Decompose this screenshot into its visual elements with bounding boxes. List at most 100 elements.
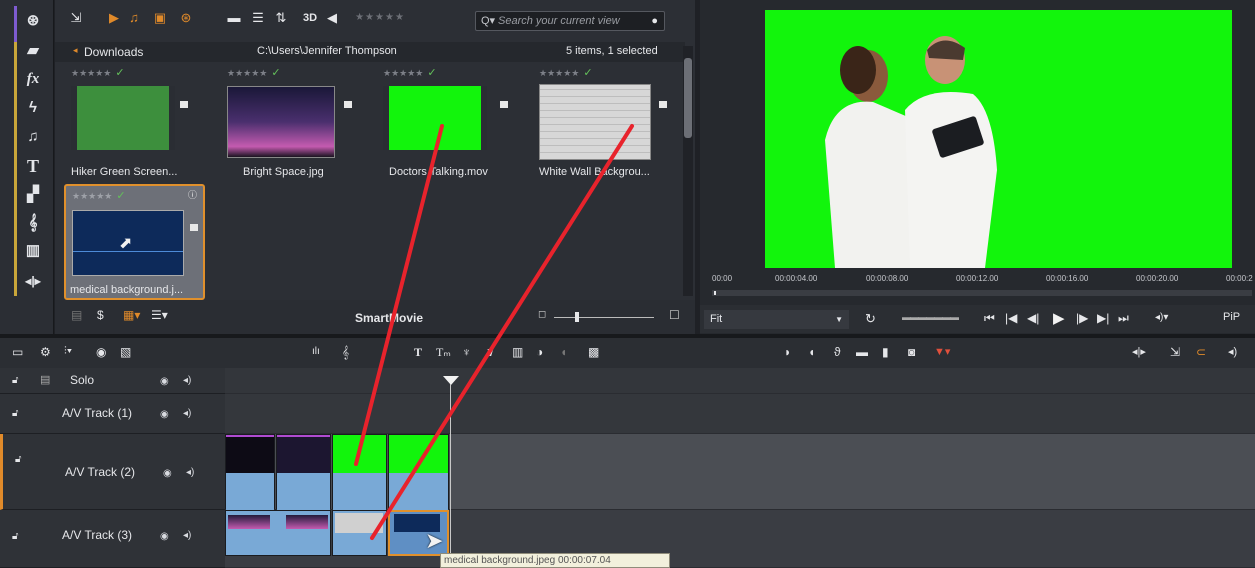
timeline-clip[interactable]: [332, 434, 387, 510]
lane-solo[interactable]: [225, 368, 1255, 394]
export-icon[interactable]: ▬: [856, 345, 868, 359]
loop-icon[interactable]: ↻: [865, 311, 876, 327]
playhead-handle[interactable]: [443, 376, 459, 385]
timeline-clip[interactable]: [276, 434, 331, 510]
sort-icon[interactable]: ⇅: [271, 9, 291, 27]
library-item-white-wall[interactable]: [539, 84, 651, 160]
multicam-icon[interactable]: ▥: [512, 345, 523, 359]
library-item-bright-space[interactable]: [227, 86, 335, 158]
clear-search-icon[interactable]: ●: [651, 12, 658, 30]
shuttle-icon[interactable]: ▬▬▬▬▬▬▬: [902, 312, 959, 322]
go-to-start-icon[interactable]: ⏮: [984, 311, 995, 326]
correction-icon[interactable]: $: [97, 308, 104, 322]
timeline-settings-icon[interactable]: ▭: [12, 345, 23, 359]
rating-filter[interactable]: ★★★★★: [345, 9, 415, 27]
project-filter-icon[interactable]: ⊛: [177, 9, 195, 27]
delete-icon[interactable]: ▮: [882, 345, 889, 359]
thumbnail-size-handle[interactable]: [575, 312, 579, 322]
info-icon[interactable]: ⓘ: [188, 188, 197, 201]
effects-icon[interactable]: fx: [22, 68, 44, 90]
speaker-icon[interactable]: ◂): [183, 375, 191, 386]
speaker-icon[interactable]: ◂): [183, 408, 191, 419]
track-header-solo[interactable]: 🔓︎ ▤ Solo ◉ ◂): [0, 368, 225, 394]
lock-icon[interactable]: 🔓︎: [12, 375, 18, 386]
track-header-3[interactable]: 🔓︎ A/V Track (3) ◉ ◂): [0, 510, 225, 568]
scorefitter-icon[interactable]: 𝄞: [342, 345, 349, 360]
preview-time-ruler[interactable]: 00:00 00:00:04.00 00:00:08.00 00:00:12.0…: [700, 270, 1255, 298]
effects-timeline-icon[interactable]: ϑ: [834, 345, 841, 359]
audio-filter-icon[interactable]: ♫: [125, 9, 143, 27]
go-to-end-icon[interactable]: ⏭: [1118, 311, 1129, 326]
marker-in-icon[interactable]: ◗: [784, 345, 791, 359]
split-icon[interactable]: ◂|▸: [1132, 345, 1146, 358]
lane-track-1[interactable]: [225, 394, 1255, 434]
lock-icon[interactable]: 🔓︎: [15, 454, 21, 465]
camera-icon[interactable]: ◙: [908, 345, 915, 359]
photo-filter-icon[interactable]: ▣: [151, 9, 169, 27]
media-icon[interactable]: ▰: [22, 40, 44, 62]
marker-color-icon[interactable]: ▼▾: [934, 345, 950, 358]
score-icon[interactable]: 𝄞: [22, 212, 44, 234]
music-icon[interactable]: ♫: [22, 126, 44, 148]
title-icon[interactable]: T: [22, 155, 44, 177]
lock-icon[interactable]: 🔓︎: [12, 408, 18, 419]
library-item-hiker-green-screen[interactable]: [71, 86, 175, 150]
item-rating[interactable]: ★★★★★ ✓: [227, 66, 281, 79]
motion-icon[interactable]: ∨: [486, 345, 495, 359]
speaker-icon[interactable]: ◂): [183, 530, 191, 541]
timeline-clip[interactable]: [388, 434, 449, 510]
smart-movie-button[interactable]: SmartMovie: [355, 311, 423, 325]
voiceover-icon[interactable]: ♆: [462, 345, 471, 359]
step-back-icon[interactable]: ◀|: [1027, 311, 1039, 325]
tag-icon[interactable]: ◀: [323, 9, 341, 27]
audio-mixer-icon[interactable]: ılı: [312, 346, 320, 357]
masking-icon[interactable]: ◖: [560, 345, 567, 359]
step-forward-icon[interactable]: |▶: [1076, 311, 1088, 325]
sound-effects-icon[interactable]: ▥: [22, 240, 44, 262]
montage-icon[interactable]: ▞: [22, 184, 44, 206]
library-item-medical-background[interactable]: ★★★★★ ✓ ⓘ ⬈ medical background.j...: [64, 184, 205, 300]
item-rating[interactable]: ★★★★★ ✓: [383, 66, 437, 79]
item-rating[interactable]: ★★★★★ ✓: [72, 189, 126, 202]
library-item-doctors-talking[interactable]: [383, 86, 487, 150]
title-editor-icon[interactable]: T: [414, 345, 422, 360]
track-header-2[interactable]: 🔓︎ A/V Track (2) ◉ ◂): [0, 434, 225, 510]
item-rating[interactable]: ★★★★★ ✓: [539, 66, 593, 79]
3d-filter-button[interactable]: 3D: [299, 9, 321, 27]
volume-icon[interactable]: ◂)▾: [1155, 312, 1168, 323]
large-thumb-icon[interactable]: ☐: [669, 308, 680, 322]
track-header-1[interactable]: 🔓︎ A/V Track (1) ◉ ◂): [0, 394, 225, 434]
visibility-icon[interactable]: ◉: [160, 409, 169, 420]
library-scrollbar[interactable]: [683, 46, 693, 296]
snapshot-icon[interactable]: ▩: [588, 345, 599, 359]
media-pool-icon[interactable]: ▤: [71, 308, 82, 322]
snap-icon[interactable]: ◉: [96, 345, 106, 359]
timeline-clip[interactable]: [225, 434, 275, 510]
thumbnail-size-slider[interactable]: [554, 317, 654, 318]
visibility-icon[interactable]: ◉: [160, 376, 169, 387]
library-icon[interactable]: ⊛: [22, 10, 44, 32]
visibility-icon[interactable]: ◉: [160, 531, 169, 542]
pip-button[interactable]: PiP: [1223, 311, 1240, 323]
marker-out-icon[interactable]: ◖: [808, 345, 815, 359]
speaker-icon[interactable]: ◂): [186, 467, 194, 478]
ripple-icon[interactable]: ⇲: [1170, 345, 1180, 359]
library-scroll-thumb[interactable]: [684, 58, 692, 138]
fit-dropdown[interactable]: Fit ▼: [704, 310, 849, 329]
mode-dropdown-icon[interactable]: ⫶▾: [64, 345, 72, 358]
timeline-clip[interactable]: [332, 510, 387, 556]
audio-scrub-icon[interactable]: ◂): [1228, 345, 1237, 358]
lock-icon[interactable]: 🔓︎: [12, 531, 18, 542]
magnet-icon[interactable]: ⊂: [1196, 345, 1206, 359]
color-icon[interactable]: ◑: [536, 345, 543, 359]
previous-edit-icon[interactable]: |◀: [1005, 311, 1017, 325]
video-filter-icon[interactable]: ▶: [105, 9, 123, 27]
collapse-arrow-icon[interactable]: ◂: [73, 45, 78, 56]
small-thumb-icon[interactable]: ◻: [538, 309, 546, 320]
details-view-icon[interactable]: ☰▾: [151, 308, 168, 322]
next-edit-icon[interactable]: ▶|: [1097, 311, 1109, 325]
visibility-icon[interactable]: ◉: [163, 468, 172, 479]
grid-view-icon[interactable]: ▦▾: [123, 308, 140, 322]
play-icon[interactable]: ▶: [1053, 309, 1065, 327]
item-rating[interactable]: ★★★★★ ✓: [71, 66, 125, 79]
